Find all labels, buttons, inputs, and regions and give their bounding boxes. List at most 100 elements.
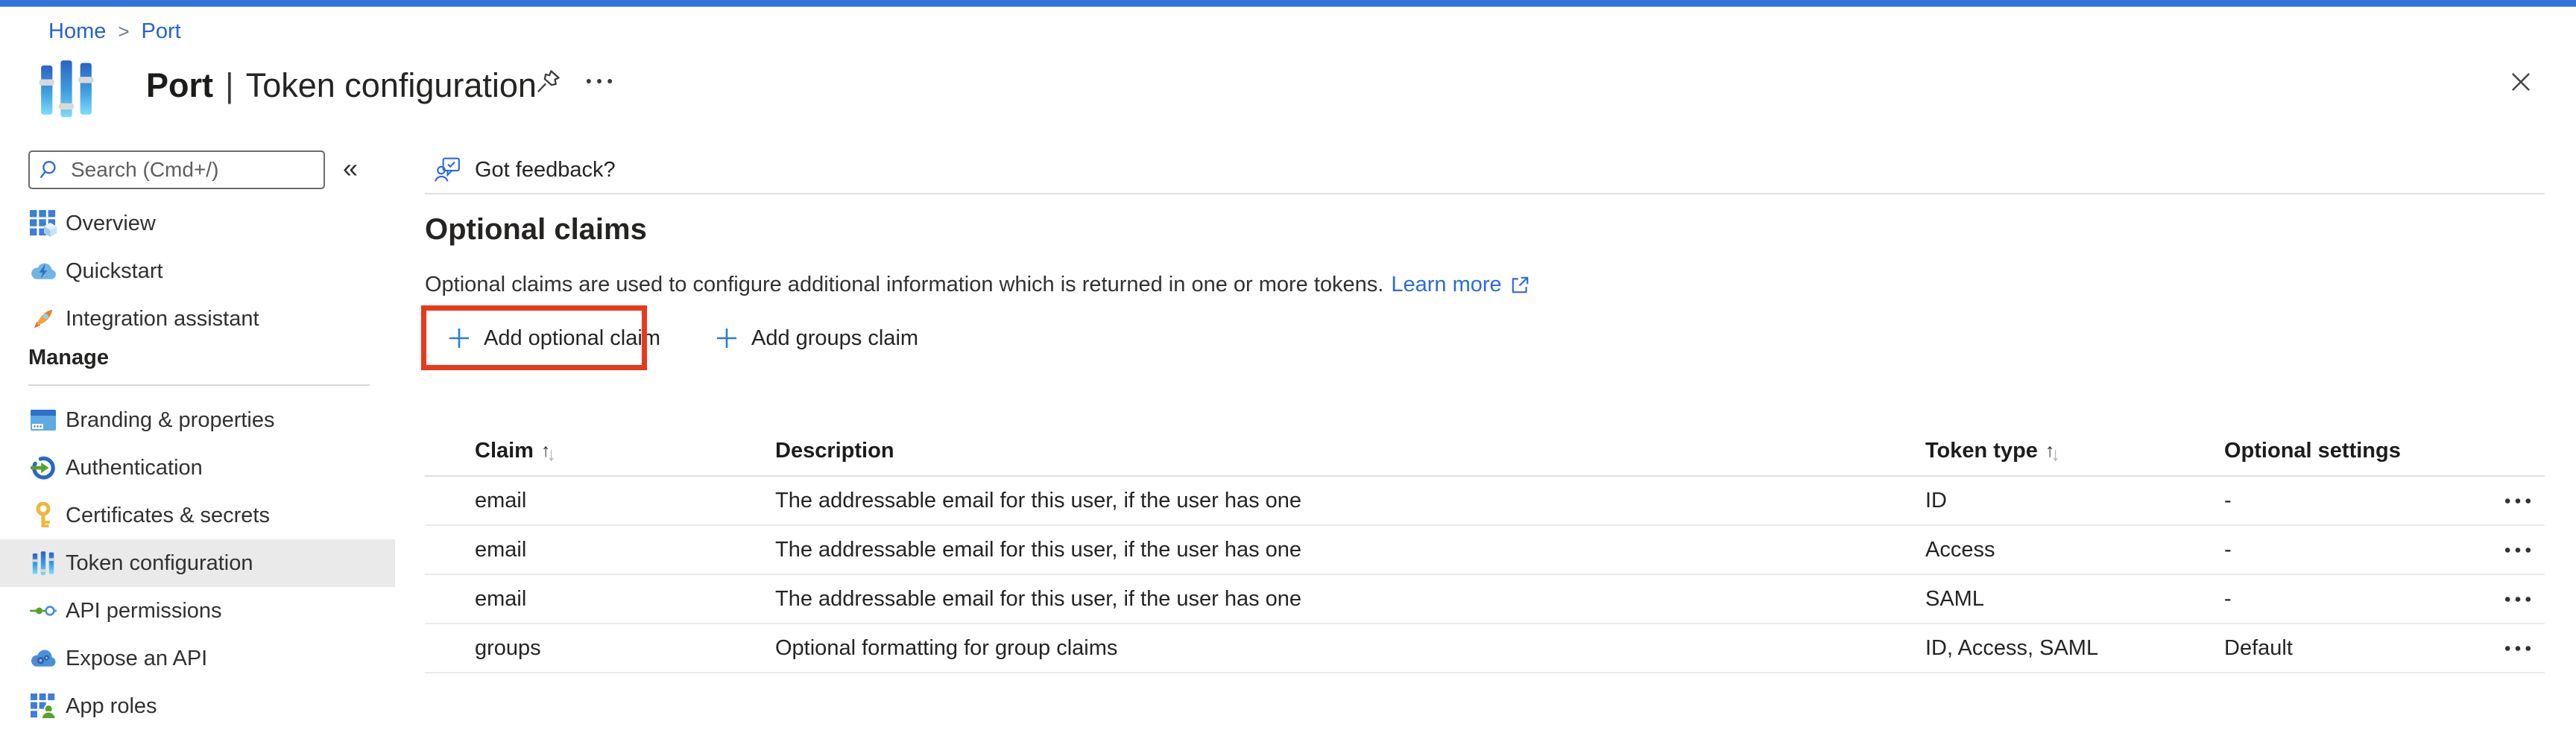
cell-description: The addressable email for this user, if … [775, 489, 1925, 513]
cell-token-type: ID, Access, SAML [1925, 636, 2224, 661]
rocket-icon [30, 305, 57, 333]
sort-icon: ↑↓ [541, 442, 556, 460]
sidebar-item-label: App roles [66, 694, 157, 719]
table-row: groups Optional formatting for group cla… [425, 624, 2545, 673]
cell-token-type: ID [1925, 489, 2224, 513]
sidebar-item-token-configuration[interactable]: Token configuration [0, 539, 395, 587]
breadcrumb-separator: > [118, 20, 129, 43]
optional-claims-description: Optional claims are used to configure ad… [425, 273, 1530, 297]
cell-optional-settings: Default [2224, 636, 2482, 661]
sidebar-item-certificates-secrets[interactable]: Certificates & secrets [0, 492, 395, 539]
row-more-options-button[interactable] [2504, 547, 2531, 553]
sidebar-item-label: Authentication [66, 456, 203, 480]
token-configuration-icon [30, 549, 57, 577]
search-icon [40, 159, 60, 180]
sidebar-item-label: Branding & properties [66, 408, 275, 433]
table-row: email The addressable email for this use… [425, 575, 2545, 624]
sidebar-nav: Overview Quickstart Integration assi [0, 200, 395, 730]
table-row: email The addressable email for this use… [425, 526, 2545, 575]
sidebar-search [28, 150, 325, 189]
sidebar-item-label: Certificates & secrets [66, 504, 270, 528]
add-optional-claim-button[interactable]: Add optional claim [421, 305, 687, 371]
sidebar-section-manage: Manage [28, 343, 395, 372]
sidebar-divider [28, 384, 370, 386]
optional-claims-heading: Optional claims [425, 213, 647, 247]
page-title-app-name: Port [146, 66, 213, 105]
breadcrumb-port-link[interactable]: Port [142, 19, 181, 44]
sidebar-item-label: Expose an API [66, 647, 207, 671]
got-feedback-button[interactable]: Got feedback? [435, 153, 616, 186]
learn-more-link[interactable]: Learn more [1391, 273, 1501, 297]
token-configuration-app-icon [36, 57, 97, 122]
browser-window-icon [30, 406, 57, 434]
sidebar-item-api-permissions[interactable]: API permissions [0, 587, 395, 635]
more-options-icon [2504, 547, 2531, 553]
cell-token-type: Access [1925, 538, 2224, 562]
toolbar-divider [425, 193, 2545, 194]
more-commands-button[interactable] [580, 66, 619, 97]
cell-claim: email [425, 489, 775, 513]
sidebar-item-branding-properties[interactable]: Branding & properties [0, 396, 395, 444]
cell-claim: email [425, 587, 775, 612]
sidebar-item-label: Overview [66, 212, 156, 236]
more-options-icon [2504, 596, 2531, 603]
cell-description: The addressable email for this user, if … [775, 587, 1925, 612]
cell-description: Optional formatting for group claims [775, 636, 1925, 661]
sidebar-item-overview[interactable]: Overview [0, 200, 395, 247]
got-feedback-label: Got feedback? [475, 158, 616, 182]
sidebar-item-authentication[interactable]: Authentication [0, 444, 395, 492]
app-roles-icon [30, 692, 57, 720]
close-icon [2510, 71, 2532, 93]
page-title: Port | Token configuration [146, 60, 537, 112]
key-icon [30, 501, 57, 530]
sidebar-item-label: API permissions [66, 599, 222, 623]
cell-optional-settings: - [2224, 489, 2482, 513]
breadcrumb: Home > Port [48, 18, 181, 45]
collapse-sidebar-button[interactable]: « [331, 152, 370, 185]
feedback-icon [435, 156, 461, 183]
plus-icon [448, 327, 470, 349]
sidebar-item-quickstart[interactable]: Quickstart [0, 247, 395, 295]
more-options-icon [2504, 498, 2531, 504]
more-options-icon [2504, 645, 2531, 652]
cell-description: The addressable email for this user, if … [775, 538, 1925, 562]
quickstart-icon [30, 257, 57, 285]
row-more-options-button[interactable] [2504, 596, 2531, 603]
sidebar-item-expose-an-api[interactable]: Expose an API [0, 635, 395, 682]
top-accent-bar [0, 0, 2576, 7]
authentication-icon [30, 454, 57, 482]
cell-token-type: SAML [1925, 587, 2224, 612]
expose-api-icon [30, 644, 57, 673]
optional-claims-table: Claim ↑↓ Description Token type ↑↓ Optio… [425, 426, 2545, 673]
column-header-claim[interactable]: Claim ↑↓ [425, 439, 775, 463]
token-configuration-page: Home > Port Port | Token configuration [0, 0, 2576, 723]
sidebar-item-app-roles[interactable]: App roles [0, 682, 395, 730]
add-optional-claim-label: Add optional claim [484, 326, 660, 351]
sidebar-item-label: Quickstart [66, 259, 163, 284]
external-link-icon [1509, 275, 1530, 296]
search-input[interactable] [69, 157, 323, 182]
page-title-text: Token configuration [246, 66, 537, 105]
ellipsis-icon [586, 78, 613, 84]
add-groups-claim-label: Add groups claim [751, 326, 918, 351]
row-more-options-button[interactable] [2504, 645, 2531, 652]
breadcrumb-home-link[interactable]: Home [48, 19, 106, 44]
sidebar-item-label: Token configuration [66, 551, 253, 576]
table-header-row: Claim ↑↓ Description Token type ↑↓ Optio… [425, 426, 2545, 477]
column-header-optional-settings: Optional settings [2224, 439, 2482, 463]
row-more-options-button[interactable] [2504, 498, 2531, 504]
cell-claim: groups [425, 636, 775, 661]
sort-icon: ↑↓ [2045, 442, 2060, 460]
pin-button[interactable] [532, 64, 565, 98]
column-header-description: Description [775, 439, 1925, 463]
add-groups-claim-button[interactable]: Add groups claim [693, 305, 941, 371]
cell-optional-settings: - [2224, 587, 2482, 612]
sidebar-item-label: Integration assistant [66, 307, 259, 331]
page-title-divider: | [225, 66, 234, 105]
pin-icon [536, 67, 561, 95]
close-blade-button[interactable] [2504, 66, 2537, 98]
sidebar-item-integration-assistant[interactable]: Integration assistant [0, 295, 395, 343]
plus-icon [716, 327, 738, 349]
cell-claim: email [425, 538, 775, 562]
column-header-token-type[interactable]: Token type ↑↓ [1925, 439, 2224, 463]
